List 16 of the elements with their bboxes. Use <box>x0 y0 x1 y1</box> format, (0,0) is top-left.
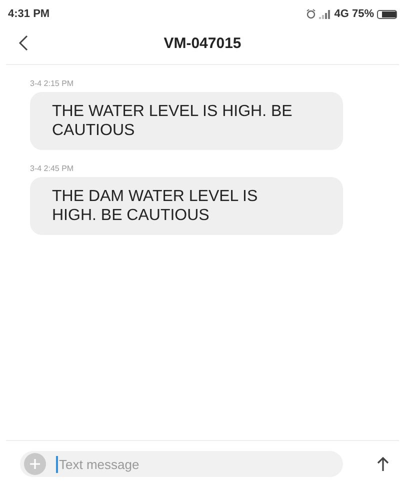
message-timestamp: 3-4 2:45 PM <box>30 164 75 173</box>
back-icon <box>18 35 28 51</box>
battery-percent: 75% <box>352 8 374 20</box>
network-type: 4G <box>334 8 349 20</box>
message-composer[interactable]: Text message <box>20 451 343 477</box>
status-time: 4:31 PM <box>8 8 50 20</box>
message-timestamp: 3-4 2:15 PM <box>30 79 75 88</box>
conversation-title: VM-047015 <box>162 34 242 52</box>
alarm-icon <box>306 9 316 19</box>
signal-icon <box>319 10 332 18</box>
message-bubble: THE WATER LEVEL IS HIGH. BE CAUTIOUS <box>30 92 343 150</box>
battery-icon <box>377 10 397 18</box>
message-field[interactable]: Text message <box>56 456 339 472</box>
plus-icon <box>30 459 40 469</box>
message-bubble: THE DAM WATER LEVEL IS HIGH. BE CAUTIOUS <box>30 177 343 235</box>
send-button[interactable] <box>377 457 389 471</box>
